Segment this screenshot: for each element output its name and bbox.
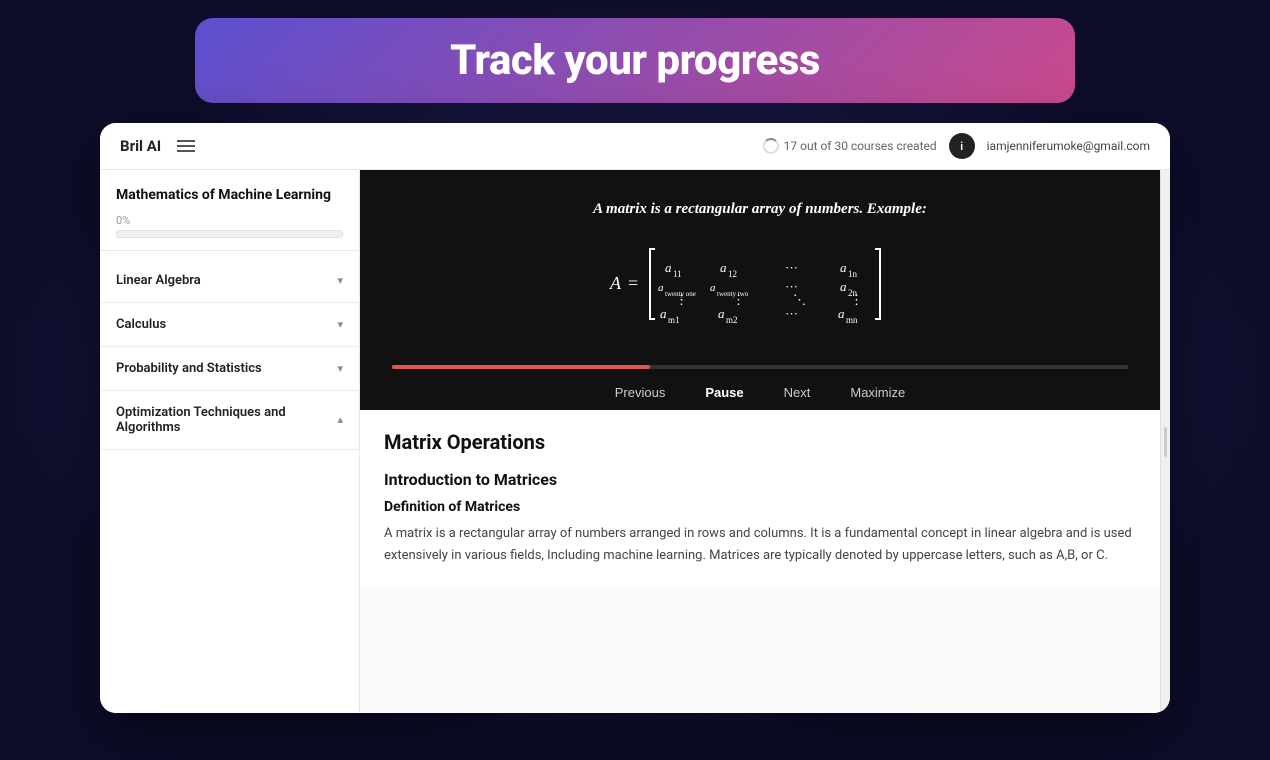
- svg-text:a: a: [838, 306, 845, 321]
- svg-text:a: a: [718, 306, 725, 321]
- video-controls: Previous Pause Next Maximize: [360, 375, 1160, 410]
- video-title-text: A matrix is a rectangular array of numbe…: [593, 201, 927, 218]
- maximize-button[interactable]: Maximize: [850, 385, 905, 400]
- sidebar-section-header-linear-algebra[interactable]: Linear Algebra ▾: [100, 259, 359, 302]
- course-title: Mathematics of Machine Learning: [116, 186, 343, 206]
- sidebar-section-optimization: Optimization Techniques and Algorithms ▴: [100, 391, 359, 450]
- definition-body: A matrix is a rectangular array of numbe…: [384, 523, 1136, 567]
- svg-text:a: a: [665, 260, 672, 275]
- content-area: A matrix is a rectangular array of numbe…: [360, 170, 1160, 713]
- sidebar-section-linear-algebra: Linear Algebra ▾: [100, 259, 359, 303]
- sidebar-section-label: Optimization Techniques and Algorithms: [116, 405, 337, 435]
- svg-text:···: ···: [785, 260, 798, 275]
- hero-banner: Track your progress: [195, 18, 1075, 103]
- intro-heading: Introduction to Matrices: [384, 470, 1136, 489]
- svg-text:a: a: [660, 306, 667, 321]
- svg-text:⋮: ⋮: [675, 292, 688, 307]
- sidebar-section-calculus: Calculus ▾: [100, 303, 359, 347]
- svg-text:⋮: ⋮: [732, 292, 745, 307]
- svg-text:a: a: [840, 260, 847, 275]
- svg-text:a: a: [658, 282, 664, 294]
- svg-text:=: =: [628, 273, 638, 293]
- section-heading: Matrix Operations: [384, 430, 1136, 454]
- sidebar-section-label: Probability and Statistics: [116, 361, 262, 376]
- main-layout: Mathematics of Machine Learning 0% Linea…: [100, 170, 1170, 713]
- sidebar-section-header-optimization[interactable]: Optimization Techniques and Algorithms ▴: [100, 391, 359, 449]
- video-progress-bar[interactable]: [392, 365, 1128, 369]
- next-button[interactable]: Next: [784, 385, 811, 400]
- svg-text:⋱: ⋱: [793, 292, 806, 307]
- user-email: iamjenniferumoke@gmail.com: [987, 139, 1150, 153]
- svg-text:⋮: ⋮: [850, 292, 863, 307]
- topbar: Bril AI 17 out of 30 courses created i i…: [100, 123, 1170, 170]
- matrix-diagram: A = a 11 a 12 ··· a 1n: [600, 234, 920, 334]
- app-window: Bril AI 17 out of 30 courses created i i…: [100, 123, 1170, 713]
- svg-text:A: A: [609, 273, 622, 293]
- user-avatar[interactable]: i: [949, 133, 975, 159]
- topbar-right: 17 out of 30 courses created i iamjennif…: [763, 133, 1150, 159]
- svg-text:mn: mn: [846, 315, 858, 325]
- pause-button[interactable]: Pause: [705, 385, 743, 400]
- svg-text:12: 12: [728, 269, 737, 279]
- video-progress-section: [360, 365, 1160, 375]
- app-logo: Bril AI: [120, 137, 161, 155]
- right-handle[interactable]: [1160, 170, 1170, 713]
- hamburger-icon[interactable]: [177, 140, 195, 152]
- chevron-down-icon: ▾: [337, 274, 343, 287]
- courses-count: 17 out of 30 courses created: [763, 138, 937, 154]
- sidebar-section-label: Calculus: [116, 317, 166, 332]
- video-player: A matrix is a rectangular array of numbe…: [360, 170, 1160, 410]
- svg-text:···: ···: [785, 306, 798, 321]
- svg-text:a: a: [840, 279, 847, 294]
- topbar-left: Bril AI: [120, 137, 195, 155]
- video-progress-fill: [392, 365, 650, 369]
- right-handle-bar: [1164, 427, 1167, 457]
- svg-text:m2: m2: [726, 315, 738, 325]
- sidebar-section-probability: Probability and Statistics ▾: [100, 347, 359, 391]
- progress-label: 0%: [116, 214, 343, 227]
- chevron-down-icon: ▾: [337, 318, 343, 331]
- svg-text:a: a: [710, 282, 716, 294]
- sidebar: Mathematics of Machine Learning 0% Linea…: [100, 170, 360, 713]
- video-content: A matrix is a rectangular array of numbe…: [360, 170, 1160, 365]
- svg-text:m1: m1: [668, 315, 680, 325]
- svg-text:11: 11: [673, 269, 682, 279]
- svg-text:1n: 1n: [848, 269, 858, 279]
- course-title-section: Mathematics of Machine Learning 0%: [100, 186, 359, 251]
- sidebar-section-label: Linear Algebra: [116, 273, 201, 288]
- previous-button[interactable]: Previous: [615, 385, 666, 400]
- hero-title: Track your progress: [255, 36, 1015, 85]
- content-text: Matrix Operations Introduction to Matric…: [360, 410, 1160, 587]
- spinner-icon: [763, 138, 779, 154]
- chevron-up-icon: ▴: [337, 413, 343, 426]
- sidebar-section-header-calculus[interactable]: Calculus ▾: [100, 303, 359, 346]
- sidebar-sections: Linear Algebra ▾ Calculus ▾ Probability …: [100, 251, 359, 450]
- chevron-down-icon: ▾: [337, 362, 343, 375]
- svg-text:a: a: [720, 260, 727, 275]
- sidebar-section-header-probability[interactable]: Probability and Statistics ▾: [100, 347, 359, 390]
- progress-bar-container: [116, 230, 343, 238]
- definition-heading: Definition of Matrices: [384, 499, 1136, 515]
